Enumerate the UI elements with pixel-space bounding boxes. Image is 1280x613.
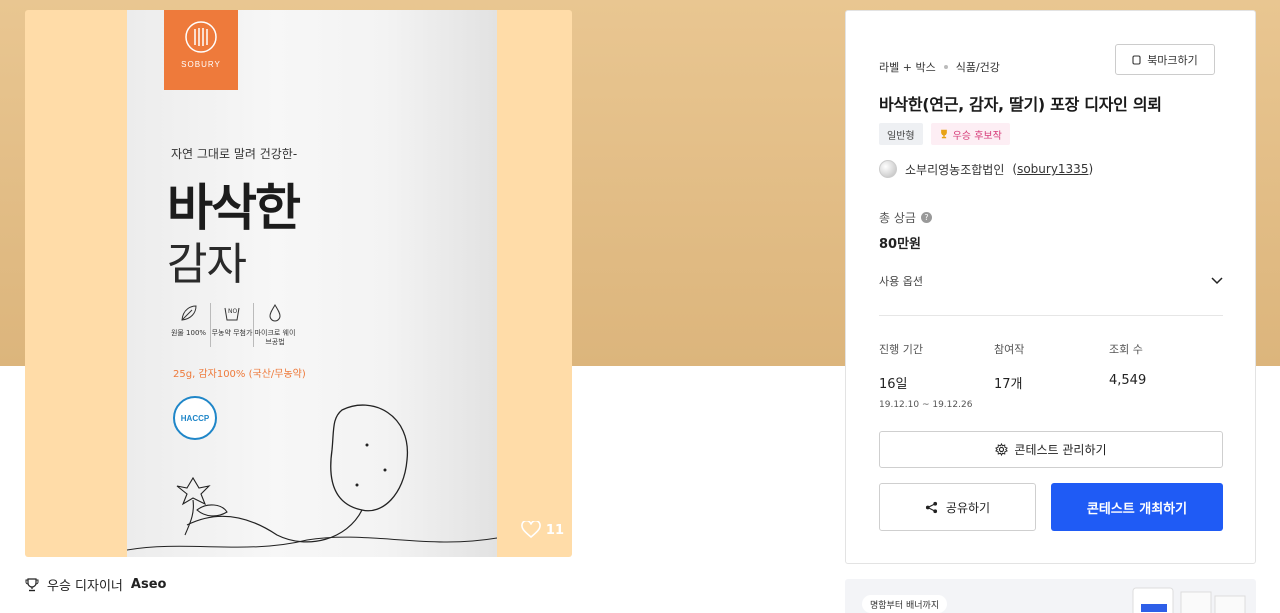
contest-main-image[interactable]: SOBURY 자연 그대로 말려 건강한- 바삭한 감자 원물 100% NO …	[25, 10, 572, 557]
breadcrumb-separator	[943, 65, 948, 69]
weight-info: 25g, 감자100% (국산/무농약)	[173, 369, 306, 380]
winner-designer: 우승 디자이너 Aseo	[25, 575, 166, 594]
heart-icon	[521, 521, 541, 539]
stat-date-range: 19.12.10 ~ 19.12.26	[879, 400, 973, 410]
svg-text:NO: NO	[228, 308, 237, 315]
share-icon	[925, 501, 937, 513]
manage-contest-label: 콘테스트 관리하기	[1014, 443, 1107, 457]
manage-contest-button[interactable]: 콘테스트 관리하기	[879, 431, 1223, 468]
feature-label: 원물 100%	[170, 329, 207, 337]
brand-name: SOBURY	[181, 60, 221, 69]
breadcrumb: 라벨 + 박스 식품/건강	[879, 59, 1000, 75]
banner-pill: 명함부터 배너까지	[862, 595, 948, 613]
like-button[interactable]: 11	[521, 521, 564, 539]
stat-views: 조회 수 4,549	[1109, 341, 1224, 410]
stat-entries: 참여작 17개	[994, 341, 1109, 410]
contest-title: 바삭한(연근, 감자, 딸기) 포장 디자인 의뢰	[879, 95, 1162, 114]
stat-value: 16일	[879, 377, 908, 392]
share-button[interactable]: 공유하기	[879, 483, 1036, 531]
gear-icon	[995, 443, 1009, 456]
stat-duration: 진행 기간 16일 19.12.10 ~ 19.12.26	[879, 341, 994, 410]
breadcrumb-subcategory[interactable]: 식품/건강	[956, 59, 1000, 75]
chevron-down-icon	[1211, 277, 1223, 285]
drop-icon	[269, 304, 281, 322]
feature-item: 원물 100%	[167, 303, 210, 347]
share-label: 공유하기	[945, 500, 991, 515]
brand-logo-icon	[185, 21, 217, 53]
stat-label: 진행 기간	[879, 343, 923, 356]
stat-label: 조회 수	[1109, 343, 1143, 356]
feature-item: 마이크로 웨이브공법	[253, 303, 296, 347]
winner-candidate-badge: 우승 후보작	[930, 123, 1010, 145]
prize-label: 총 상금 ?	[879, 209, 932, 226]
potato-illustration	[127, 404, 497, 551]
designer-prefix: 우승 디자이너	[47, 579, 123, 594]
prize-value: 80만원	[879, 237, 922, 252]
banner-illustration	[1132, 587, 1246, 613]
usage-options-toggle[interactable]: 사용 옵션	[879, 271, 1223, 291]
contest-info-panel: 라벨 + 박스 식품/건강 북마크하기 바삭한(연근, 감자, 딸기) 포장 디…	[845, 10, 1256, 564]
product-name-sub: 감자	[167, 239, 247, 290]
feature-label: 무농약 무첨가	[211, 329, 253, 337]
bookmark-button[interactable]: 북마크하기	[1115, 44, 1215, 75]
feature-label: 마이크로 웨이브공법	[254, 329, 296, 346]
badge-row: 일반형 우승 후보작	[879, 123, 1010, 145]
bookmark-icon	[1132, 54, 1141, 65]
owner-id-wrap: (sobury1335)	[1012, 162, 1094, 176]
owner-id[interactable]: sobury1335	[1017, 162, 1088, 176]
stat-label: 참여작	[994, 343, 1025, 356]
no-additive-icon: NO	[224, 307, 240, 321]
designer-name[interactable]: Aseo	[131, 577, 167, 592]
divider	[879, 315, 1223, 316]
breadcrumb-category[interactable]: 라벨 + 박스	[879, 59, 936, 75]
avatar	[879, 160, 897, 178]
type-badge: 일반형	[879, 123, 923, 145]
owner-name: 소부리영농조합법인	[905, 162, 1005, 177]
promo-banner[interactable]: 명함부터 배너까지	[845, 579, 1256, 613]
winner-candidate-label: 우승 후보작	[952, 130, 1002, 142]
bookmark-label: 북마크하기	[1147, 53, 1198, 67]
help-icon[interactable]: ?	[920, 212, 932, 223]
usage-label: 사용 옵션	[879, 275, 923, 288]
leaf-icon	[180, 305, 197, 321]
feature-item: NO 무농약 무첨가	[210, 303, 253, 347]
product-tagline: 자연 그대로 말려 건강한-	[171, 147, 298, 161]
feature-list: 원물 100% NO 무농약 무첨가 마이크로 웨이브공법	[167, 303, 296, 347]
trophy-icon	[25, 577, 39, 591]
contest-owner[interactable]: 소부리영농조합법인 (sobury1335)	[879, 160, 1093, 178]
product-pouch: SOBURY 자연 그대로 말려 건강한- 바삭한 감자 원물 100% NO …	[127, 10, 497, 557]
stat-value: 4,549	[1109, 373, 1147, 388]
contest-stats: 진행 기간 16일 19.12.10 ~ 19.12.26 참여작 17개 조회…	[879, 341, 1224, 410]
like-count: 11	[545, 522, 564, 538]
stat-value: 17개	[994, 377, 1023, 392]
trophy-icon	[940, 129, 947, 139]
prize-label-text: 총 상금	[879, 211, 916, 225]
brand-tag: SOBURY	[164, 10, 238, 90]
open-contest-button[interactable]: 콘테스트 개최하기	[1051, 483, 1223, 531]
